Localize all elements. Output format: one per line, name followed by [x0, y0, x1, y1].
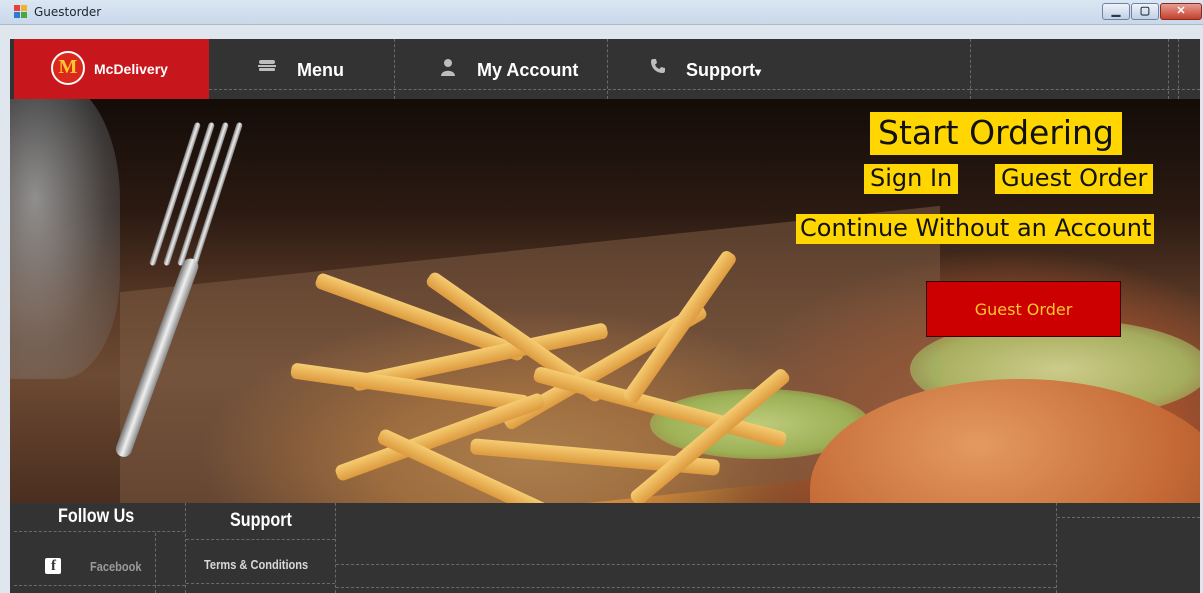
- nav-item-label: Support▾: [686, 60, 761, 81]
- nav-item-my-account[interactable]: My Account: [395, 39, 607, 99]
- footer-divider: [336, 587, 1056, 588]
- mcdonalds-logo-icon: M: [51, 51, 85, 85]
- facebook-label: Facebook: [90, 559, 142, 574]
- footer-divider: [185, 503, 186, 593]
- nav-item-label: My Account: [477, 60, 579, 80]
- support-title: Support: [230, 510, 292, 531]
- brand-name: McDelivery: [94, 61, 168, 77]
- hero-image-fries: [290, 248, 830, 503]
- footer: Follow Us Support f Facebook Terms & Con…: [10, 503, 1200, 593]
- maximize-icon: ▢: [1139, 5, 1151, 17]
- logo-letter: M: [58, 56, 78, 78]
- footer-divider: [335, 503, 336, 593]
- footer-divider: [14, 531, 185, 532]
- chevron-down-icon: ▾: [755, 65, 762, 79]
- minimize-icon: ▁: [1111, 5, 1121, 17]
- nav-divider: [970, 89, 1200, 90]
- footer-divider: [186, 583, 335, 584]
- phone-icon: [650, 58, 670, 78]
- continue-without-account-text: Continue Without an Account: [796, 214, 1155, 244]
- footer-divider: [336, 564, 1056, 565]
- footer-divider: [14, 585, 185, 586]
- guest-order-button-label: Guest Order: [974, 300, 1073, 319]
- guest-order-link[interactable]: Guest Order: [995, 164, 1154, 194]
- top-navbar: M McDelivery Menu My Account Support▾: [10, 39, 1200, 99]
- facebook-link[interactable]: f Facebook: [10, 533, 155, 593]
- terms-conditions-link[interactable]: Terms & Conditions: [204, 557, 308, 572]
- nav-divider: [970, 39, 971, 99]
- hero-banner: Start Ordering Sign In Guest Order Conti…: [10, 99, 1200, 503]
- footer-divider: [155, 533, 156, 593]
- nav-divider: [1178, 39, 1179, 99]
- support-label: Support: [686, 60, 755, 80]
- maximize-button[interactable]: ▢: [1131, 3, 1159, 20]
- burger-icon: [257, 58, 277, 78]
- sign-in-link[interactable]: Sign In: [864, 164, 959, 194]
- footer-divider: [186, 539, 335, 540]
- nav-divider: [607, 39, 608, 99]
- window-title: Guestorder: [34, 5, 102, 19]
- footer-divider: [1056, 503, 1057, 593]
- window-titlebar: Guestorder ▁ ▢ ✕: [0, 0, 1203, 25]
- nav-item-support[interactable]: Support▾: [608, 39, 798, 99]
- nav-divider: [209, 89, 970, 90]
- minimize-button[interactable]: ▁: [1102, 3, 1130, 20]
- close-icon: ✕: [1176, 5, 1186, 17]
- footer-divider: [1057, 517, 1200, 518]
- nav-divider: [394, 39, 395, 99]
- nav-item-label: Menu: [297, 60, 344, 80]
- follow-us-title: Follow Us: [58, 506, 135, 527]
- hero-image-fork: [113, 119, 244, 460]
- facebook-icon: f: [45, 558, 61, 574]
- close-button[interactable]: ✕: [1160, 3, 1202, 20]
- brand-home-link[interactable]: M McDelivery: [14, 39, 209, 99]
- guest-order-button[interactable]: Guest Order: [926, 281, 1121, 337]
- app-icon: [14, 5, 28, 19]
- nav-item-menu[interactable]: Menu: [209, 39, 394, 99]
- window-border-left: [0, 25, 10, 593]
- nav-divider: [1168, 39, 1169, 99]
- user-icon: [440, 58, 460, 78]
- start-ordering-heading: Start Ordering: [870, 112, 1122, 155]
- hero-image-glass: [10, 99, 120, 379]
